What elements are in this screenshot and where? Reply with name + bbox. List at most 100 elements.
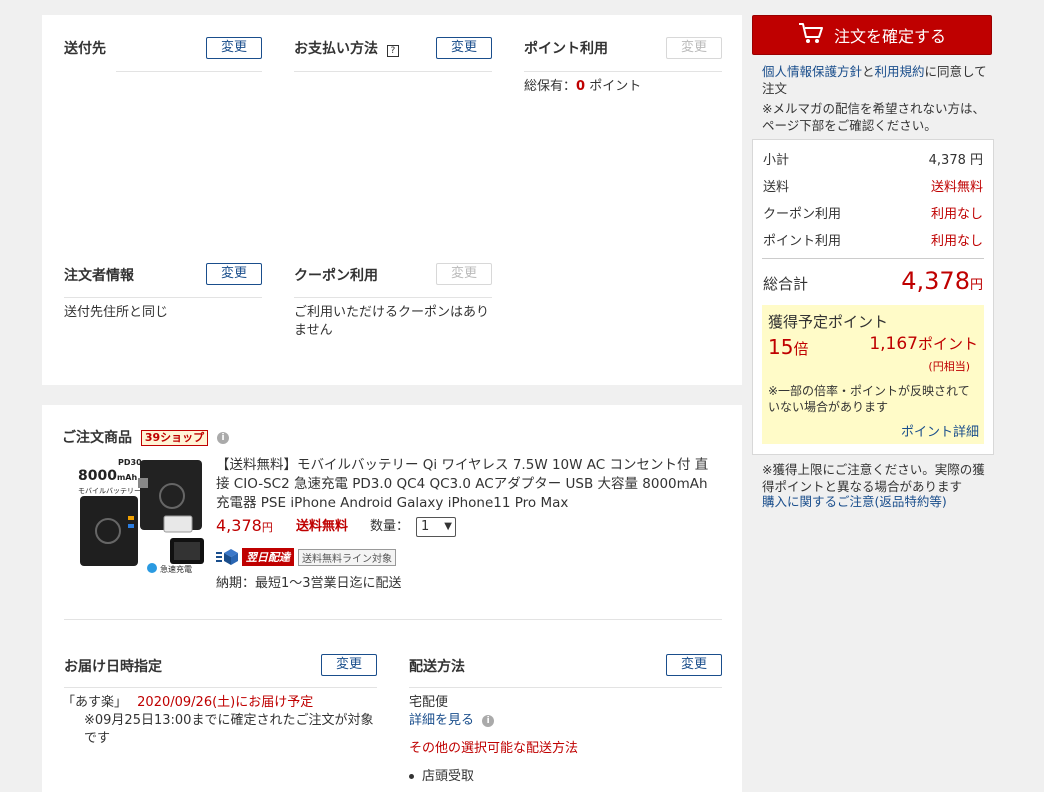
next-day-badge: 翌日配達 <box>242 548 294 566</box>
earn-points-value: 1,167 <box>869 334 918 354</box>
delivery-option-item[interactable]: 店頭受取 <box>409 768 474 786</box>
payment-change-button[interactable]: 変更 <box>436 37 492 59</box>
points-held-unit: ポイント <box>585 79 642 94</box>
items-divider <box>64 619 722 620</box>
earn-points-box: 獲得予定ポイント 15倍 1,167ポイント (円相当) ※一部の倍率・ポイント… <box>762 305 984 444</box>
bullet-icon <box>409 774 414 779</box>
earn-points-amount: 1,167ポイント <box>869 333 978 354</box>
product-name[interactable]: 【送料無料】モバイルバッテリー Qi ワイヤレス 7.5W 10W AC コンセ… <box>216 456 716 513</box>
delivery-badges: 翌日配達 送料無料ライン対象 <box>216 548 396 566</box>
delivery-method-detail: 詳細を見る i <box>409 712 495 730</box>
summary-divider <box>762 258 984 259</box>
qty-label: 数量： <box>370 519 410 534</box>
shop-badge: 39ショップ <box>140 430 209 446</box>
info-icon[interactable]: i <box>482 714 495 727</box>
chevron-down-icon: ▼ <box>444 521 452 532</box>
orderer-change-button[interactable]: 変更 <box>206 263 262 285</box>
multiplier-unit: 倍 <box>793 340 809 358</box>
total-amount: 4,378円 <box>901 267 983 295</box>
qty-value: 1 <box>421 519 430 534</box>
product-image[interactable]: PD30 8000mAh モバイルバッテリー 急速充電 <box>78 456 206 580</box>
qty-select[interactable]: 1 ▼ <box>416 517 456 537</box>
earn-multiplier: 15倍 <box>768 335 808 359</box>
img-text-qi: 急速充電 <box>160 565 192 574</box>
subtotal-value: 4,378 円 <box>928 153 983 168</box>
delivery-date-note: ※09月25日13:00までに確定されたご注文が対象です <box>84 713 374 746</box>
coupon-divider <box>294 297 492 298</box>
orderer-title: 注文者情報 <box>64 268 134 284</box>
coupon-title: クーポン利用 <box>294 268 378 284</box>
points-use-change-button[interactable]: 変更 <box>666 37 722 59</box>
delivery-date-text: 2020/09/26(土)にお届け予定 <box>137 695 314 710</box>
points-held-value: 0 <box>576 79 586 94</box>
privacy-policy-link[interactable]: 個人情報保護方針 <box>762 64 862 79</box>
points-cap-note: ※獲得上限にご注意ください。実際の獲得ポイントと異なる場合があります <box>762 462 985 494</box>
agreement-text: 個人情報保護方針と利用規約に同意して注文 <box>762 63 990 97</box>
earn-points-note: ※一部の倍率・ポイントが反映されていない場合があります <box>768 384 970 414</box>
coupon-row-value: 利用なし <box>930 207 983 222</box>
subtotal-label: 小計 <box>763 153 790 168</box>
free-line-badge: 送料無料ライン対象 <box>298 548 396 566</box>
delivery-method-divider <box>409 687 722 688</box>
img-text-sub: モバイルバッテリー <box>78 487 141 495</box>
img-text-pd: PD30 <box>118 458 142 467</box>
items-title: ご注文商品 39ショップ i <box>62 427 230 447</box>
shipping-fee-label: 送料 <box>763 180 790 195</box>
confirm-order-button[interactable]: 注文を確定する <box>752 15 992 55</box>
delivery-method-value: 宅配便 <box>409 695 449 710</box>
delivery-date-change-button[interactable]: 変更 <box>321 654 377 676</box>
shipping-fee-row: 送料 送料無料 <box>763 176 983 195</box>
earn-points-title: 獲得予定ポイント <box>768 313 889 331</box>
delivery-method-change-button[interactable]: 変更 <box>666 654 722 676</box>
product-price: 4,378円 <box>216 516 273 538</box>
orderer-text: 送付先住所と同じ <box>64 305 169 320</box>
img-capacity-num: 8000 <box>78 468 117 484</box>
asuraku-label: 「あす楽」 <box>62 695 128 710</box>
delivery-detail-link[interactable]: 詳細を見る <box>409 713 474 728</box>
points-detail-link[interactable]: ポイント詳細 <box>901 421 979 440</box>
agree-and: と <box>862 64 875 79</box>
subtotal-row: 小計 4,378 円 <box>763 149 983 168</box>
other-delivery-methods-link[interactable]: その他の選択可能な配送方法 <box>409 740 578 758</box>
price-value: 4,378 <box>216 516 262 535</box>
payment-title: お支払い方法 ? <box>294 38 399 58</box>
total-unit: 円 <box>969 278 983 293</box>
orderer-divider <box>64 297 262 298</box>
total-row: 総合計 4,378円 <box>763 267 983 295</box>
points-use-divider <box>524 71 722 72</box>
product-shipping-free: 送料無料 <box>296 519 349 534</box>
cart-icon <box>798 22 824 48</box>
points-row: ポイント利用 利用なし <box>763 230 983 249</box>
total-label: 総合計 <box>763 275 809 293</box>
info-icon[interactable]: i <box>217 432 230 444</box>
points-use-title: ポイント利用 <box>524 41 608 57</box>
terms-link[interactable]: 利用規約 <box>875 64 925 79</box>
coupon-change-button[interactable]: 変更 <box>436 263 492 285</box>
points-row-label: ポイント利用 <box>763 234 842 249</box>
img-text-capacity: 8000mAh <box>78 468 137 484</box>
points-held-label: 総保有： <box>524 79 577 94</box>
coupon-row: クーポン利用 利用なし <box>763 203 983 222</box>
purchase-notes-link[interactable]: 購入に関するご注意(返品特約等) <box>762 493 947 511</box>
coupon-row-label: クーポン利用 <box>763 207 842 222</box>
total-value: 4,378 <box>901 267 970 295</box>
delivery-method-title: 配送方法 <box>409 659 465 675</box>
shipping-change-button[interactable]: 変更 <box>206 37 262 59</box>
delivery-date-title: お届け日時指定 <box>64 659 162 675</box>
order-summary: 小計 4,378 円 送料 送料無料 クーポン利用 利用なし ポイント利用 利用… <box>752 139 994 455</box>
price-unit: 円 <box>261 521 273 534</box>
confirm-order-label: 注文を確定する <box>833 27 946 46</box>
coupon-text: ご利用いただけるクーポンはありません <box>294 305 490 338</box>
delivery-date-line: 「あす楽」 2020/09/26(土)にお届け予定 <box>62 694 313 712</box>
points-held: 総保有：0 ポイント <box>524 78 641 96</box>
shipping-fee-value: 送料無料 <box>930 180 983 195</box>
multiplier-value: 15 <box>768 335 794 359</box>
payment-title-text: お支払い方法 <box>294 41 378 57</box>
truck-icon <box>216 549 238 565</box>
shipping-divider <box>116 71 262 72</box>
delivery-time: 納期：最短1～3営業日迄に配送 <box>216 576 402 591</box>
earn-points-unit: ポイント <box>917 335 978 353</box>
items-title-text: ご注文商品 <box>62 430 132 446</box>
payment-help-icon[interactable]: ? <box>386 45 399 57</box>
mailmag-note: ※メルマガの配信を希望されない方は、ページ下部をご確認ください。 <box>762 101 985 133</box>
